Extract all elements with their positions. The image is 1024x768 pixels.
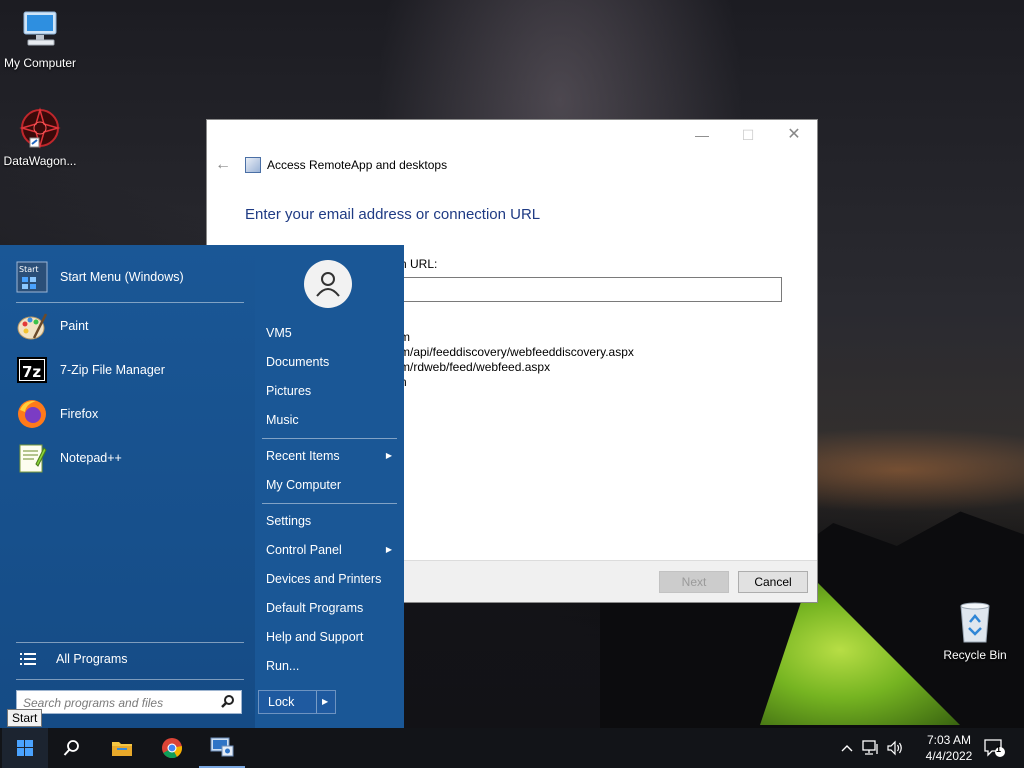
clock-date: 4/4/2022	[925, 749, 973, 763]
program-label: Start Menu (Windows)	[60, 270, 184, 284]
search-icon[interactable]	[221, 694, 235, 711]
remoteapp-taskbar-button[interactable]	[199, 728, 245, 768]
menu-item-devices-and-printers[interactable]: Devices and Printers	[266, 568, 396, 590]
remote-desktop-icon	[210, 737, 234, 757]
cancel-button[interactable]: Cancel	[738, 571, 808, 593]
dialog-titlebar: — ☐ ✕	[207, 120, 817, 150]
recycle-bin-icon	[953, 600, 997, 644]
examples-list: m m/api/feeddiscovery/webfeeddiscovery.a…	[400, 330, 634, 390]
desktop-icon-label: Recycle Bin	[943, 648, 1007, 662]
program-7zip[interactable]: 7z 7-Zip File Manager	[16, 352, 165, 388]
search-input[interactable]: Search programs and files	[16, 690, 242, 714]
start-menu-icon: Start	[16, 261, 48, 293]
example-line: m/rdweb/feed/webfeed.aspx	[400, 360, 551, 374]
menu-item-my-computer[interactable]: My Computer	[266, 474, 396, 496]
dialog-title: Access RemoteApp and desktops	[267, 158, 448, 172]
windows-logo-icon	[17, 740, 33, 756]
program-label: Paint	[60, 319, 89, 333]
dialog-heading: Enter your email address or connection U…	[245, 206, 541, 223]
program-start-menu-windows[interactable]: Start Start Menu (Windows)	[16, 259, 184, 295]
desktop-icon-label: DataWagon...	[3, 154, 77, 168]
lock-button[interactable]: Lock ▶	[258, 690, 336, 714]
user-icon	[316, 272, 340, 297]
lock-label: Lock	[268, 695, 295, 709]
search-icon	[63, 740, 79, 756]
minimize-icon[interactable]: —	[679, 124, 725, 148]
desktop-icon-label: My Computer	[3, 56, 77, 70]
program-label: Firefox	[60, 407, 99, 421]
network-icon[interactable]	[860, 728, 882, 768]
maximize-icon[interactable]: ☐	[725, 124, 771, 148]
menu-item-label: Recent Items	[266, 449, 340, 463]
menu-item-pictures[interactable]: Pictures	[266, 380, 396, 402]
search-taskbar-button[interactable]	[49, 728, 95, 768]
lock-options-arrow-icon[interactable]: ▶	[322, 697, 328, 706]
submenu-arrow-icon: ▶	[385, 451, 392, 460]
svg-text:Start: Start	[19, 265, 39, 274]
list-icon	[16, 643, 40, 675]
notification-center-button[interactable]: 1	[980, 728, 1010, 768]
taskbar: 7:03 AM 4/4/2022 1	[0, 728, 1024, 768]
monitor-icon	[18, 8, 62, 52]
divider	[16, 302, 244, 303]
chrome-button[interactable]	[149, 728, 195, 768]
notification-count: 1	[996, 744, 1002, 754]
svg-text:7z: 7z	[22, 363, 41, 381]
menu-item-recent-items[interactable]: Recent Items ▶	[266, 445, 396, 467]
submenu-arrow-icon: ▶	[385, 545, 392, 554]
start-tooltip: Start	[7, 709, 43, 727]
clock-time: 7:03 AM	[926, 733, 972, 747]
menu-item-documents[interactable]: Documents	[266, 351, 396, 373]
menu-item-music[interactable]: Music	[266, 409, 396, 431]
program-notepadpp[interactable]: Notepad++	[16, 440, 122, 476]
desktop-icon-datawagon[interactable]: DataWagon...	[0, 106, 80, 168]
start-button[interactable]	[2, 728, 48, 768]
divider	[16, 679, 244, 680]
notification-icon	[984, 739, 1005, 757]
all-programs-label: All Programs	[56, 652, 128, 666]
file-explorer-button[interactable]	[99, 728, 145, 768]
desktop-icon-recycle-bin[interactable]: Recycle Bin	[935, 600, 1015, 662]
example-line: m	[400, 330, 410, 344]
show-hidden-icons-chevron-icon[interactable]	[838, 728, 856, 768]
program-paint[interactable]: Paint	[16, 308, 89, 344]
menu-item-help-and-support[interactable]: Help and Support	[266, 626, 396, 648]
menu-item-label: Control Panel	[266, 543, 342, 557]
notepadpp-icon	[16, 442, 48, 474]
back-arrow-icon[interactable]: ←	[215, 156, 235, 174]
start-menu: Start Start Menu (Windows) Paint 7z 7-Zi…	[0, 245, 404, 728]
volume-icon[interactable]	[884, 728, 906, 768]
dialog-nav: ← Access RemoteApp and desktops	[215, 156, 447, 174]
divider	[262, 438, 397, 439]
menu-item-settings[interactable]: Settings	[266, 510, 396, 532]
remoteapp-icon	[245, 157, 261, 173]
url-field-label: n URL:	[400, 257, 438, 271]
paint-icon	[16, 310, 48, 342]
program-label: 7-Zip File Manager	[60, 363, 165, 377]
firefox-icon	[16, 398, 48, 430]
divider	[316, 691, 317, 713]
user-avatar[interactable]	[304, 260, 352, 308]
clock[interactable]: 7:03 AM 4/4/2022	[920, 732, 978, 764]
divider	[262, 503, 397, 504]
example-line: m/api/feeddiscovery/webfeeddiscovery.asp…	[400, 345, 634, 359]
close-icon[interactable]: ✕	[771, 124, 817, 148]
next-button[interactable]: Next	[659, 571, 729, 593]
all-programs-button[interactable]: All Programs	[16, 642, 128, 676]
seven-zip-icon: 7z	[16, 354, 48, 386]
menu-item-default-programs[interactable]: Default Programs	[266, 597, 396, 619]
desktop-icon-my-computer[interactable]: My Computer	[0, 8, 80, 70]
program-firefox[interactable]: Firefox	[16, 396, 98, 432]
folder-icon	[112, 742, 132, 756]
datawagon-icon	[18, 106, 62, 150]
menu-item-control-panel[interactable]: Control Panel ▶	[266, 539, 396, 561]
menu-item-user[interactable]: VM5	[266, 322, 396, 344]
example-line: n	[400, 375, 634, 390]
program-label: Notepad++	[60, 451, 122, 465]
search-placeholder: Search programs and files	[23, 696, 164, 710]
menu-item-run[interactable]: Run...	[266, 655, 396, 677]
chrome-icon	[162, 738, 183, 759]
